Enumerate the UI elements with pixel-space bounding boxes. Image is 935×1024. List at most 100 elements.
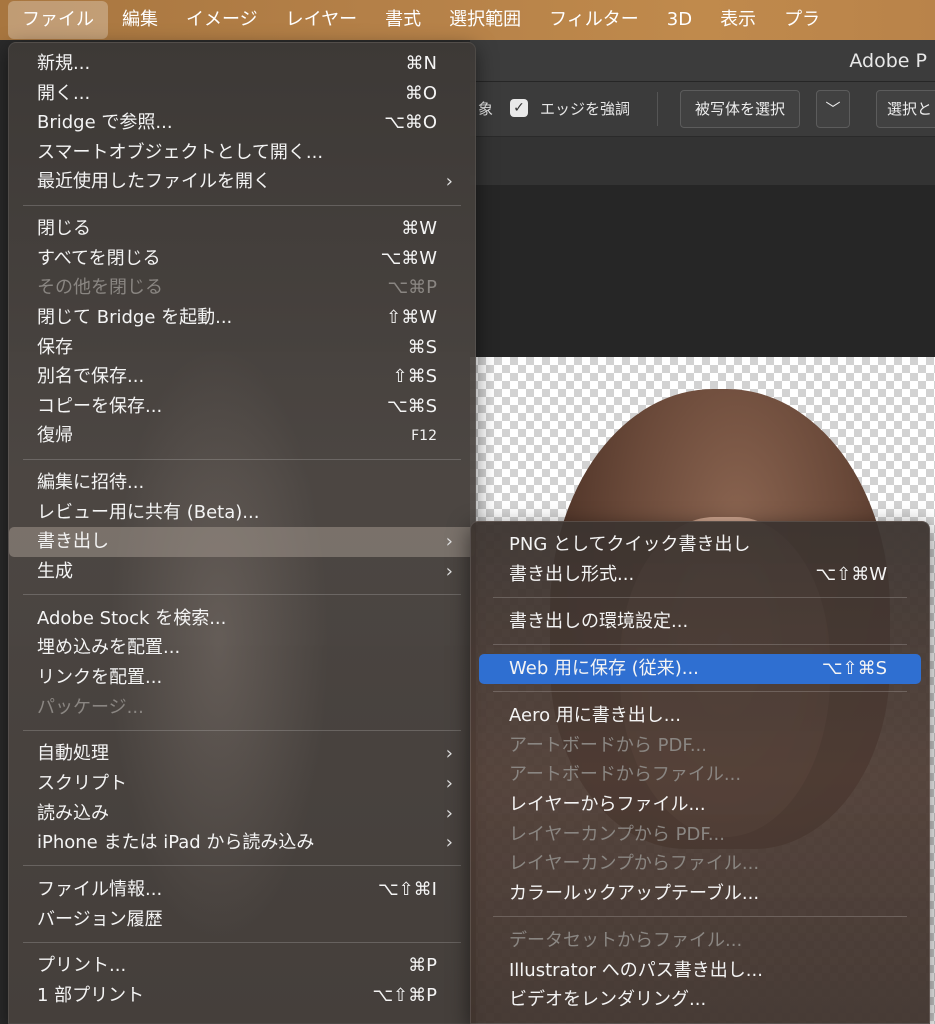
menu-item[interactable]: スマートオブジェクトとして開く... — [9, 138, 475, 168]
menu-item-label: 読み込み — [37, 802, 109, 824]
menu-item[interactable]: 開く... ⌘O — [9, 79, 475, 109]
menu-divider — [23, 941, 461, 943]
menu-item-label: 自動処理 — [37, 743, 109, 765]
menu-item[interactable]: コピーを保存... ⌥⌘S — [9, 392, 475, 422]
menu-select[interactable]: 選択範囲 — [435, 1, 535, 39]
select-and-mask-button[interactable]: 選択と — [876, 90, 935, 128]
menu-item-submenu[interactable]: 最近使用したファイルを開く › — [9, 167, 475, 197]
menu-item-shortcut: ⌘N — [405, 53, 437, 74]
menu-item[interactable]: リンクを配置... — [9, 663, 475, 693]
menu-item-shortcut: F12 — [411, 428, 437, 445]
menu-item[interactable]: 閉じて Bridge を起動... ⇧⌘W — [9, 303, 475, 333]
file-menu: 新規... ⌘N 開く... ⌘O Bridge で参照... ⌥⌘O スマートオブジェクト… — [8, 42, 476, 1024]
menu-item-label: Illustrator へのパス書き出し... — [509, 959, 763, 981]
chevron-right-icon: › — [445, 832, 453, 854]
app-title: Adobe P — [849, 50, 927, 72]
menu-item-label: Adobe Stock を検索... — [37, 607, 227, 629]
menu-item-label: PNG としてクイック書き出し — [509, 534, 751, 555]
menu-item-shortcut: ⌥⌘W — [380, 247, 437, 269]
menu-item[interactable]: プリント... ⌘P — [9, 951, 475, 981]
menu-item-label: バージョン履歴 — [37, 908, 163, 930]
menu-item[interactable]: レビュー用に共有 (Beta)... — [9, 498, 475, 528]
menu-filter[interactable]: フィルター — [535, 1, 653, 39]
menu-view[interactable]: 表示 — [706, 1, 770, 39]
menu-item[interactable]: 保存 ⌘S — [9, 333, 475, 363]
menu-item[interactable]: Web 用に保存 (従来)... ⌥⇧⌘S — [479, 654, 921, 684]
menu-item: レイヤーカンプからファイル... — [471, 849, 929, 879]
menu-item[interactable]: 閉じる ⌘W — [9, 214, 475, 244]
menu-item-shortcut: ⌥⇧⌘S — [821, 658, 887, 679]
menu-item[interactable]: PNG としてクイック書き出し — [471, 530, 929, 560]
menu-item[interactable]: ビデオをレンダリング... — [471, 985, 929, 1015]
menu-item-label: 開く... — [37, 82, 91, 104]
menu-divider — [23, 204, 461, 206]
menu-item-submenu[interactable]: 書き出し › — [9, 527, 475, 558]
menu-item[interactable]: Illustrator へのパス書き出し... — [471, 956, 929, 986]
chevron-down-icon: ﹀ — [825, 100, 841, 118]
chevron-right-icon: › — [445, 802, 453, 824]
menu-item-label: 閉じる — [37, 218, 91, 240]
menu-item[interactable]: 復帰 F12 — [9, 421, 475, 451]
menu-item-label: 書き出し形式... — [509, 563, 635, 585]
menu-divider — [23, 458, 461, 460]
menu-item-label: 埋め込みを配置... — [37, 637, 181, 659]
menu-file[interactable]: ファイル — [8, 1, 108, 39]
enhance-edge-checkbox[interactable]: ✓ — [510, 99, 528, 117]
menu-item-label: 保存 — [37, 336, 73, 358]
menu-item[interactable]: カラールックアップテーブル... — [471, 879, 929, 909]
menu-item-label: ファイル情報... — [37, 879, 163, 900]
menu-item-submenu[interactable]: iPhone または iPad から読み込み › — [9, 828, 475, 858]
menu-item-label: アートボードから PDF... — [509, 734, 707, 756]
menu-item[interactable]: Aero 用に書き出し... — [471, 701, 929, 731]
menu-item-label: プリント... — [37, 955, 127, 977]
menu-item[interactable]: レイヤーからファイル... — [471, 790, 929, 820]
menu-item-label: スマートオブジェクトとして開く... — [37, 141, 324, 163]
menu-item[interactable]: Adobe Stock を検索... — [9, 604, 475, 634]
menu-item[interactable]: 1 部プリント ⌥⇧⌘P — [9, 981, 475, 1011]
menu-item[interactable]: 別名で保存... ⇧⌘S — [9, 362, 475, 392]
menu-item-shortcut: ⌥⇧⌘W — [815, 563, 887, 585]
select-subject-dropdown[interactable]: ﹀ — [816, 90, 850, 128]
menu-item-label: カラールックアップテーブル... — [509, 882, 760, 904]
menu-item[interactable]: 編集に招待... — [9, 468, 475, 498]
menu-item[interactable]: 新規... ⌘N — [9, 49, 475, 79]
menu-item[interactable]: 書き出しの環境設定... — [471, 607, 929, 637]
menu-item-submenu[interactable]: 生成 › — [9, 557, 475, 587]
menu-item-shortcut: ⇧⌘W — [386, 307, 437, 328]
menu-item-shortcut: ⇧⌘S — [392, 366, 437, 388]
menu-item-label: Aero 用に書き出し... — [509, 705, 681, 727]
menu-item-label: スクリプト — [37, 773, 127, 794]
menu-item[interactable]: すべてを閉じる ⌥⌘W — [9, 244, 475, 274]
menu-image[interactable]: イメージ — [172, 1, 272, 39]
menu-item-submenu[interactable]: 読み込み › — [9, 799, 475, 829]
menu-3d[interactable]: 3D — [653, 1, 706, 39]
menu-item[interactable]: バージョン履歴 — [9, 905, 475, 935]
menu-item-shortcut: ⌘W — [401, 218, 437, 240]
chevron-right-icon: › — [445, 531, 453, 553]
menu-edit[interactable]: 編集 — [108, 1, 172, 39]
chevron-right-icon: › — [445, 171, 453, 193]
chevron-right-icon: › — [445, 561, 453, 582]
menu-item-submenu[interactable]: 自動処理 › — [9, 739, 475, 769]
menu-item[interactable]: 書き出し形式... ⌥⇧⌘W — [471, 560, 929, 590]
menu-item-shortcut: ⌥⇧⌘P — [372, 985, 437, 1006]
menu-plugins[interactable]: プラ — [770, 1, 834, 39]
menu-item-shortcut: ⌘P — [408, 955, 437, 977]
menu-item[interactable]: 埋め込みを配置... — [9, 633, 475, 663]
menu-item-label: レイヤーカンプから PDF... — [509, 823, 725, 845]
menu-item-label: 生成 — [37, 561, 73, 582]
menu-item[interactable]: Bridge で参照... ⌥⌘O — [9, 108, 475, 138]
menu-item-label: パッケージ... — [37, 696, 144, 718]
menu-type[interactable]: 書式 — [371, 1, 435, 39]
select-subject-button[interactable]: 被写体を選択 — [680, 90, 801, 128]
menu-item-submenu[interactable]: スクリプト › — [9, 769, 475, 799]
menu-item-label: 書き出しの環境設定... — [509, 610, 689, 632]
menu-layer[interactable]: レイヤー — [272, 1, 371, 39]
menu-item-label: 書き出し — [37, 531, 109, 553]
menu-item[interactable]: ファイル情報... ⌥⇧⌘I — [9, 875, 475, 905]
menu-item-label: 最近使用したファイルを開く — [37, 171, 271, 193]
options-bar: 象 ✓ エッジを強調 被写体を選択 ﹀ 選択と — [470, 82, 935, 137]
menu-item-label: レビュー用に共有 (Beta)... — [37, 501, 260, 523]
enhance-edge-label: エッジを強調 — [540, 100, 631, 118]
menu-divider — [493, 691, 907, 693]
